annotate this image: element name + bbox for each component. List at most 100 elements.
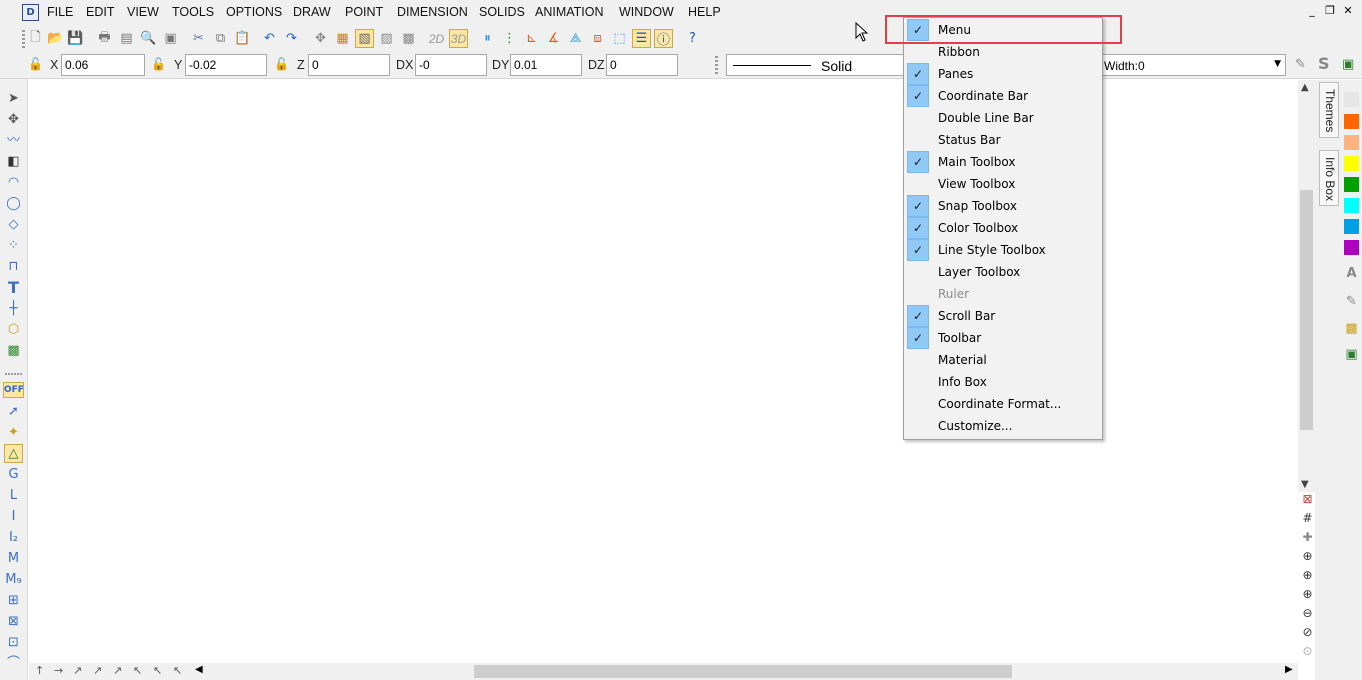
properties-icon[interactable]: ☰ <box>632 29 651 48</box>
dimension-icon[interactable]: ⊓ <box>4 257 23 276</box>
pen-icon[interactable]: ✎ <box>1295 57 1306 72</box>
color-swatch-yellow[interactable] <box>1344 156 1359 171</box>
snap-endpoint-icon[interactable]: L <box>4 486 23 505</box>
zoom-plus-icon[interactable]: ⊕ <box>1300 587 1315 602</box>
scroll-down-icon[interactable]: ▼ <box>1301 479 1309 490</box>
undo-icon[interactable]: ↶ <box>260 29 279 48</box>
context-menu-item-layer-toolbox[interactable]: Layer Toolbox <box>904 261 1102 283</box>
menu-dimension[interactable]: DIMENSION <box>397 5 468 19</box>
box-icon[interactable]: ◧ <box>4 152 23 171</box>
line-style-select[interactable]: Solid <box>726 54 906 76</box>
arrow-left-up-icon[interactable]: ↖ <box>153 664 162 677</box>
node-icon[interactable]: ⧈ <box>588 29 607 48</box>
context-menu-item-double-line-bar[interactable]: Double Line Bar <box>904 107 1102 129</box>
context-menu-item-view-toolbox[interactable]: View Toolbox <box>904 173 1102 195</box>
zoom-window-icon[interactable]: ⊕ <box>1300 549 1315 564</box>
scroll-up-icon[interactable]: ▲ <box>1301 82 1309 93</box>
snap-perpendicular-icon[interactable]: ⊡ <box>4 633 23 652</box>
context-menu-item-scroll-bar[interactable]: ✓ Scroll Bar <box>904 305 1102 327</box>
layer-manager-icon[interactable]: ▣ <box>1344 347 1359 362</box>
pen-style-icon[interactable]: ✎ <box>1344 294 1359 309</box>
grid-snap-icon[interactable]: ⋮ <box>500 29 519 48</box>
context-menu-item-panes[interactable]: ✓ Panes <box>904 63 1102 85</box>
context-menu-item-main-toolbox[interactable]: ✓ Main Toolbox <box>904 151 1102 173</box>
array-icon[interactable]: ⁘ <box>4 236 23 255</box>
color-swatch-cyan[interactable] <box>1344 198 1359 213</box>
menu-draw[interactable]: DRAW <box>293 5 331 19</box>
context-menu-item-snap-toolbox[interactable]: ✓ Snap Toolbox <box>904 195 1102 217</box>
menu-edit[interactable]: EDIT <box>86 5 114 19</box>
rectangle-icon[interactable]: ◇ <box>4 215 23 234</box>
arrow-up-left-icon[interactable]: ↖ <box>133 664 142 677</box>
paste-icon[interactable]: 📋 <box>233 29 252 48</box>
redo-icon[interactable]: ↷ <box>282 29 301 48</box>
line-width-select[interactable]: Width:0 ▼ <box>1100 54 1286 76</box>
circle-icon[interactable]: ◯ <box>4 194 23 213</box>
copy-view-icon[interactable]: ▧ <box>355 29 374 48</box>
arrow-up-right-icon[interactable]: ↗ <box>73 664 82 677</box>
print-preview-icon[interactable]: 🔍 <box>139 29 158 48</box>
open-folder-icon[interactable]: 📂 <box>46 29 65 48</box>
restore-icon[interactable]: ❐ <box>1324 4 1336 17</box>
close-icon[interactable]: ✕ <box>1342 4 1354 17</box>
grid-icon[interactable]: # <box>1300 511 1315 526</box>
info-icon[interactable]: ⓘ <box>654 29 673 48</box>
menu-point[interactable]: POINT <box>345 5 383 19</box>
snap-tangent-icon[interactable]: ⌒ <box>4 654 23 673</box>
view-2d-button[interactable]: 2D <box>427 29 446 48</box>
copy-icon[interactable]: ⧉ <box>211 29 230 48</box>
menu-view[interactable]: VIEW <box>127 5 159 19</box>
new-file-icon[interactable]: 🗋 <box>26 29 45 48</box>
fill-pattern-icon[interactable]: ▩ <box>1344 321 1359 336</box>
arc-icon[interactable]: ◠ <box>4 173 23 192</box>
cross-icon[interactable]: ┼ <box>4 299 23 318</box>
zoom-out-icon[interactable]: ⊖ <box>1300 606 1315 621</box>
tab-info-box[interactable]: Info Box <box>1319 150 1339 206</box>
snap-cursor-icon[interactable]: ➚ <box>4 402 23 421</box>
select-arrow-icon[interactable]: ➤ <box>4 89 23 108</box>
context-menu-item-ribbon[interactable]: Ribbon <box>904 41 1102 63</box>
select-window-icon[interactable]: ⬚ <box>610 29 629 48</box>
lock-z-icon[interactable]: 🔓 <box>274 57 290 73</box>
menu-window[interactable]: WINDOW <box>619 5 674 19</box>
linestyle-grip[interactable] <box>715 56 718 74</box>
z-input[interactable] <box>308 54 390 76</box>
app-icon[interactable]: D <box>22 4 39 21</box>
plus-icon[interactable]: ✚ <box>1300 530 1315 545</box>
snap-quadrant-icon[interactable]: ⊠ <box>4 612 23 631</box>
lock-x-icon[interactable]: 🔓 <box>28 57 44 73</box>
stack-view-icon[interactable]: ▩ <box>399 29 418 48</box>
menu-animation[interactable]: ANIMATION <box>535 5 604 19</box>
zoom-all-icon[interactable]: ⊙ <box>1300 644 1315 659</box>
snap-midpoint-icon[interactable]: M <box>4 549 23 568</box>
arrow-diag-icon[interactable]: ↗ <box>93 664 102 677</box>
multi-view-icon[interactable]: ▨ <box>377 29 396 48</box>
snap-center-icon[interactable]: ⊞ <box>4 591 23 610</box>
pan-icon[interactable]: ✥ <box>311 29 330 48</box>
context-menu-item-toolbar[interactable]: ✓ Toolbar <box>904 327 1102 349</box>
polyline-icon[interactable]: 〰 <box>4 131 23 150</box>
dz-input[interactable] <box>606 54 678 76</box>
zoom-extents-icon[interactable]: ⊠ <box>1300 492 1315 507</box>
vertical-scroll-thumb[interactable] <box>1300 190 1313 430</box>
snap-m9-icon[interactable]: M₉ <box>4 570 23 589</box>
menu-help[interactable]: HELP <box>688 5 721 19</box>
axis-icon[interactable]: ⊾ <box>522 29 541 48</box>
context-menu-item-customize[interactable]: Customize... <box>904 415 1102 437</box>
context-menu-item-info-box[interactable]: Info Box <box>904 371 1102 393</box>
arrow-shallow-left-icon[interactable]: ↖ <box>173 664 182 677</box>
print-setup-icon[interactable]: ▤ <box>117 29 136 48</box>
arrow-right-icon[interactable]: → <box>54 664 63 677</box>
cut-icon[interactable]: ✂ <box>189 29 208 48</box>
text-style-icon[interactable]: A <box>1344 266 1359 281</box>
color-swatch-green[interactable] <box>1344 177 1359 192</box>
layer-color-icon[interactable]: ▣ <box>1342 57 1354 72</box>
layer-icon[interactable]: ▦ <box>333 29 352 48</box>
save-icon[interactable]: 💾 <box>66 29 85 48</box>
horizontal-scrollbar[interactable]: ↑ → ↗ ↗ ↗ ↖ ↖ ↖ ◀ ▶ <box>29 663 1298 680</box>
scroll-left-icon[interactable]: ◀ <box>195 664 203 675</box>
help-icon[interactable]: ? <box>683 29 702 48</box>
transform-icon[interactable]: ⬡ <box>4 320 23 339</box>
horizontal-scroll-thumb[interactable] <box>474 665 1012 678</box>
toolbar-grip[interactable] <box>22 30 25 48</box>
